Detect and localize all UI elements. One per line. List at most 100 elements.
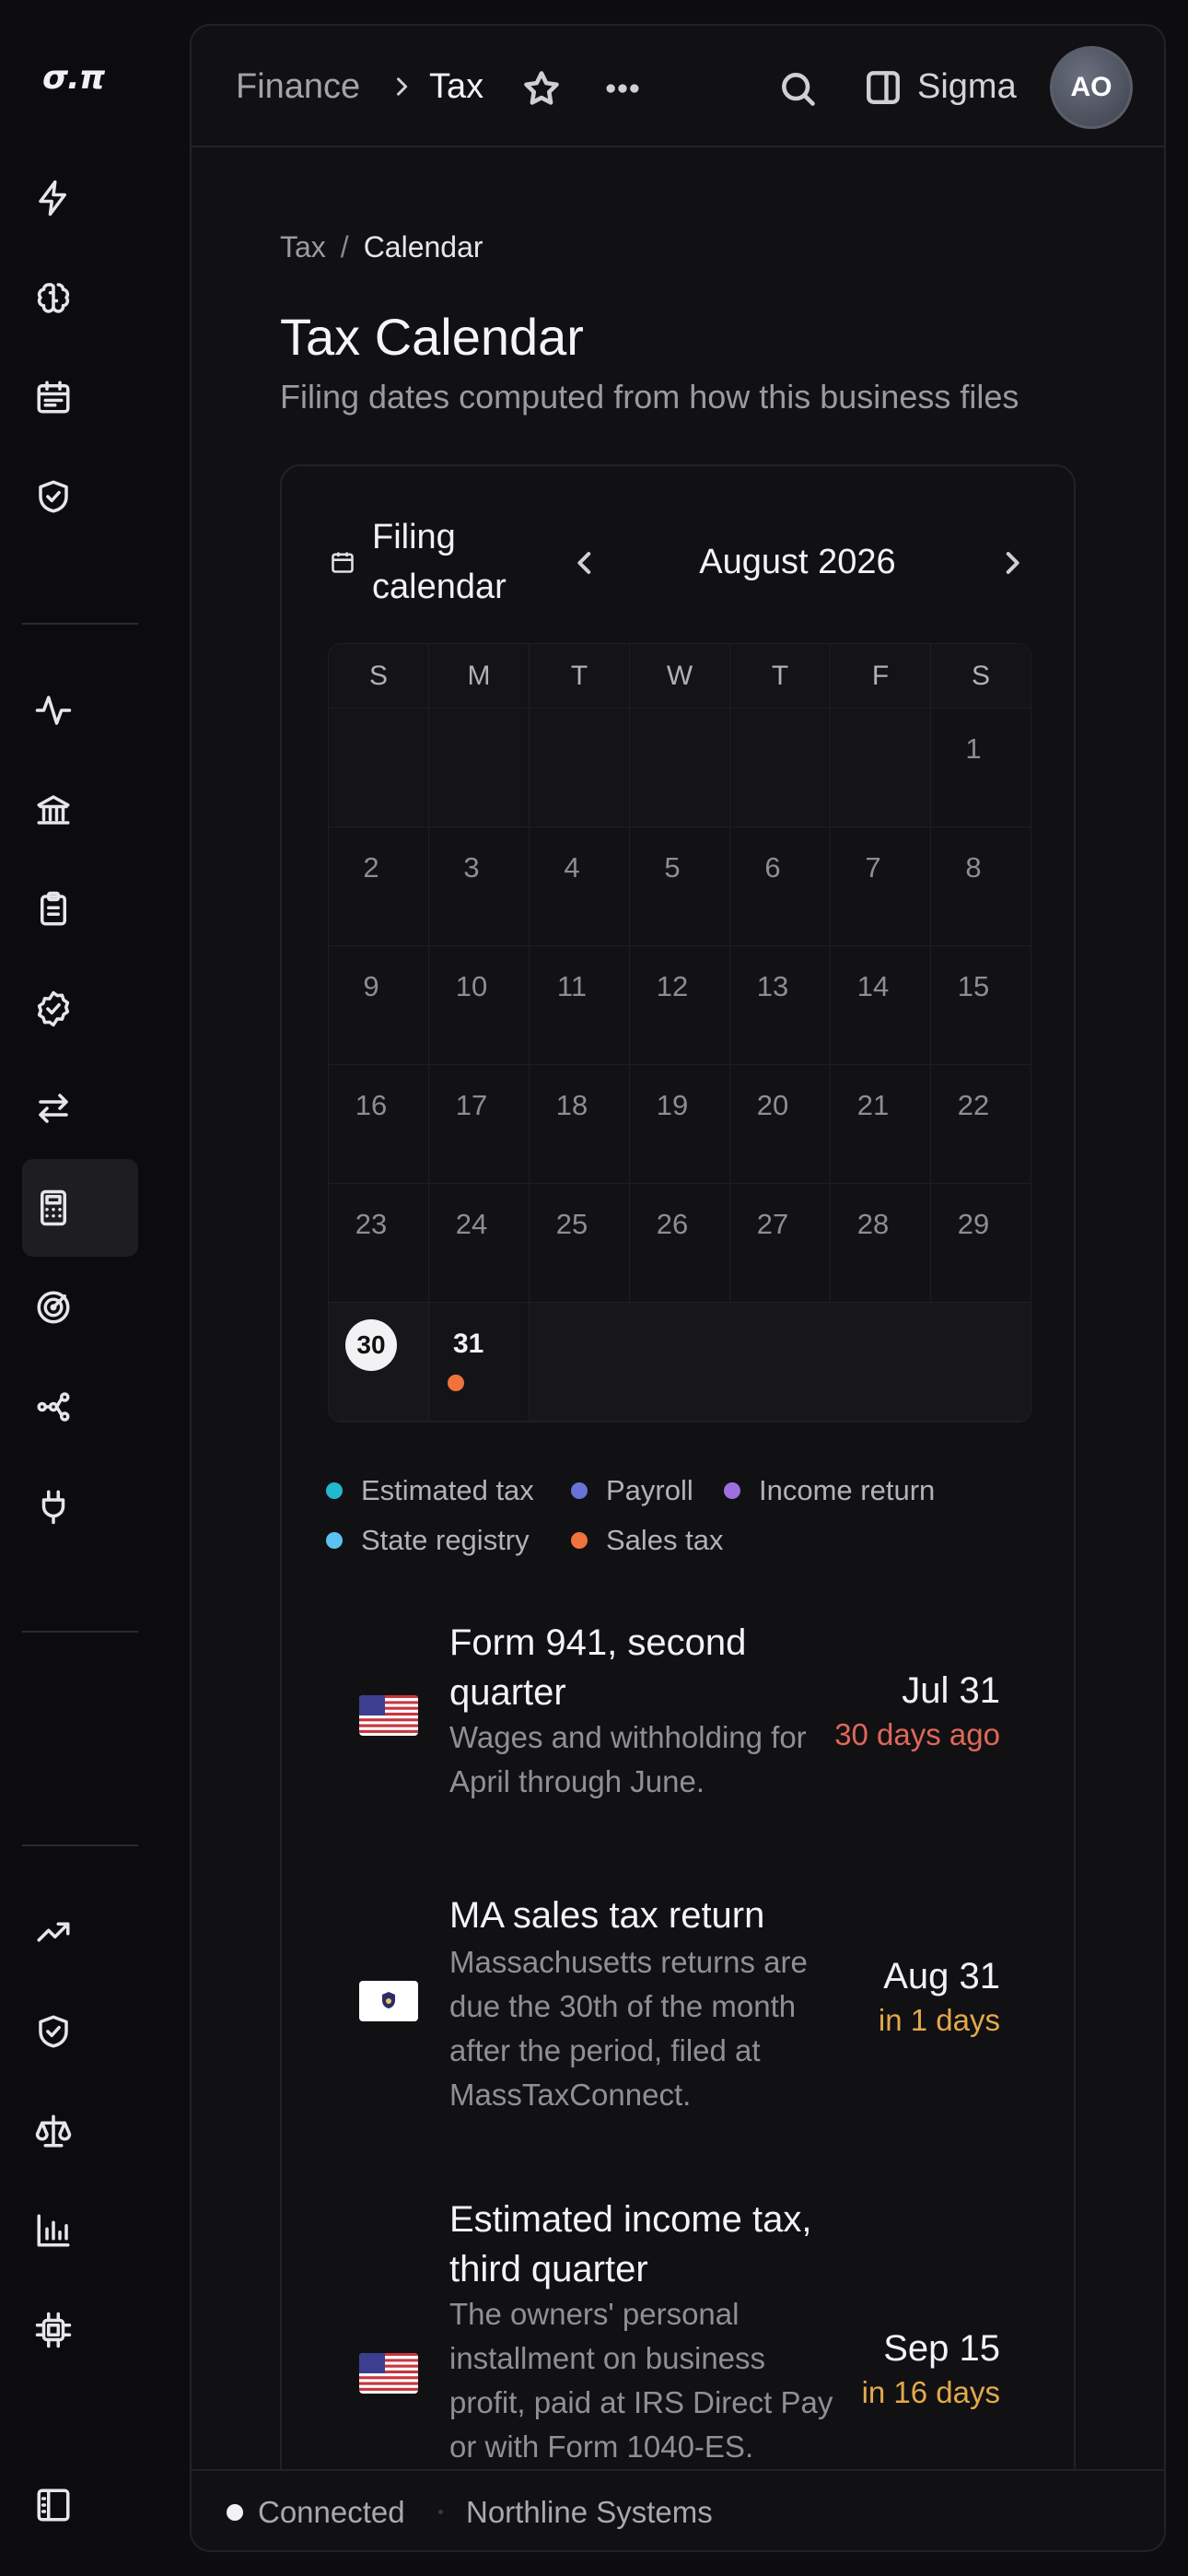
breadcrumb-parent[interactable]: Tax [280, 230, 326, 263]
weekday-header: F [831, 644, 931, 708]
day-number: 6 [764, 851, 781, 884]
day-number: 5 [664, 851, 681, 884]
calendar-day[interactable]: 12 [630, 946, 730, 1065]
calendar-day[interactable]: 25 [530, 1184, 630, 1303]
workspace-label[interactable]: Sigma [917, 64, 1017, 109]
sidebar-item-banking[interactable] [22, 761, 138, 859]
event-dot [448, 1375, 464, 1391]
deadline-title: Form 941, second quarter [449, 1622, 747, 1713]
calendar-day[interactable]: 28 [831, 1184, 931, 1303]
page-header: Tax / Calendar Tax Calendar Filing dates c… [280, 228, 1079, 416]
sidebar-item-verified[interactable] [22, 960, 138, 1058]
calendar-empty-cell [831, 1303, 931, 1422]
breadcrumb-current: Calendar [363, 230, 483, 263]
calendar-day[interactable]: 21 [831, 1065, 931, 1184]
organization-name[interactable]: Northline Systems [466, 2493, 713, 2532]
today-marker: 30 [345, 1319, 397, 1371]
breadcrumb-finance[interactable]: Finance [236, 64, 360, 109]
sidebar-panel-icon[interactable] [864, 68, 903, 107]
bolt-icon [39, 180, 66, 217]
calendar-day[interactable]: 17 [429, 1065, 530, 1184]
sidebar-item-actions[interactable] [22, 149, 138, 247]
filing-calendar-card: Filing calendar August 2026 SMTWTFS12345… [280, 464, 1076, 2550]
calendar-day[interactable]: 27 [730, 1184, 831, 1303]
weekday-header: S [329, 644, 429, 708]
calendar-day[interactable]: 19 [630, 1065, 730, 1184]
calendar-day[interactable]: 10 [429, 946, 530, 1065]
search-icon[interactable] [777, 68, 818, 109]
legend-label: Estimated tax [361, 1474, 534, 1506]
sidebar-item-tasks[interactable] [22, 861, 138, 958]
day-number: 24 [455, 1208, 488, 1240]
workflow-icon [37, 1392, 70, 1422]
calendar-day[interactable]: 22 [931, 1065, 1031, 1184]
breadcrumb-tax: Tax [429, 67, 484, 106]
calendar-day[interactable]: 7 [831, 827, 931, 946]
calendar-day[interactable]: 14 [831, 946, 931, 1065]
sidebar-item-security[interactable] [22, 1983, 138, 2080]
sidebar-item-workflows[interactable] [22, 1358, 138, 1456]
deadline-relative-time: 30 days ago [834, 1717, 1000, 1751]
calendar-day[interactable]: 16 [329, 1065, 429, 1184]
calendar-day[interactable]: 13 [730, 946, 831, 1065]
day-number: 27 [756, 1208, 789, 1240]
sidebar-item-system[interactable] [22, 2281, 138, 2379]
sidebar-item-compliance[interactable] [22, 448, 138, 545]
calendar-empty-cell [630, 708, 730, 827]
sidebar-divider [22, 1844, 138, 1846]
sidebar-item-legal[interactable] [22, 2082, 138, 2180]
star-icon[interactable] [521, 68, 562, 109]
more-icon[interactable] [602, 68, 643, 109]
separator-dot [438, 2510, 443, 2514]
calendar-day[interactable]: 11 [530, 946, 630, 1065]
calendar-day[interactable]: 31 [429, 1303, 530, 1422]
activity-icon [35, 696, 72, 725]
top-bar: Finance Tax Sigma AO [192, 26, 1164, 147]
day-number: 11 [556, 970, 588, 1002]
sidebar-item-transfers[interactable] [22, 1060, 138, 1157]
calendar-empty-cell [329, 708, 429, 827]
calendar-empty-cell [730, 708, 831, 827]
sidebar-item-intelligence[interactable] [22, 249, 138, 346]
calendar-day[interactable]: 30 [329, 1303, 429, 1422]
sidebar-item-reports[interactable] [22, 2182, 138, 2279]
calendar-day[interactable]: 26 [630, 1184, 730, 1303]
calendar-day[interactable]: 2 [329, 827, 429, 946]
calendar-day[interactable]: 18 [530, 1065, 630, 1184]
calendar-day[interactable]: 15 [931, 946, 1031, 1065]
sidebar-item-integrations[interactable] [22, 1458, 138, 1555]
calendar-day[interactable]: 8 [931, 827, 1031, 946]
calendar-day[interactable]: 3 [429, 827, 530, 946]
previous-month-button[interactable] [569, 547, 600, 579]
bar-chart-icon [37, 2214, 70, 2247]
app-logo[interactable]: σ.π [42, 59, 105, 97]
sidebar-item-goals[interactable] [22, 1259, 138, 1356]
calendar-day[interactable]: 6 [730, 827, 831, 946]
deadline-date: Aug 31 [883, 1956, 1000, 1996]
sidebar-item-activity[interactable] [22, 662, 138, 759]
calculator-icon [41, 1189, 66, 1226]
calendar-day[interactable]: 24 [429, 1184, 530, 1303]
shield-check-icon [39, 2015, 68, 2048]
page-title: Tax Calendar [280, 308, 584, 366]
calendar-day[interactable]: 29 [931, 1184, 1031, 1303]
main-panel: Finance Tax Sigma AO Tax / Calendar Tax Ca… [190, 24, 1166, 2552]
avatar[interactable]: AO [1050, 46, 1133, 129]
sidebar-toggle[interactable] [22, 2456, 138, 2554]
calendar-day[interactable]: 23 [329, 1184, 429, 1303]
day-number: 1 [965, 732, 982, 765]
deadline-description: Wages and withholding for April through … [449, 1720, 807, 1798]
day-number: 31 [453, 1329, 484, 1359]
next-month-button[interactable] [996, 547, 1028, 579]
calendar-day[interactable]: 9 [329, 946, 429, 1065]
sidebar-divider [22, 623, 138, 625]
day-number: 18 [555, 1089, 588, 1121]
sidebar-item-schedule[interactable] [22, 348, 138, 446]
calendar-day[interactable]: 1 [931, 708, 1031, 827]
calendar-day[interactable]: 20 [730, 1065, 831, 1184]
calendar-day[interactable]: 4 [530, 827, 630, 946]
calendar-day[interactable]: 5 [630, 827, 730, 946]
sidebar-item-growth[interactable] [22, 1883, 138, 1981]
sidebar-item-tax[interactable] [22, 1159, 138, 1257]
calendar-list-icon [37, 381, 70, 414]
